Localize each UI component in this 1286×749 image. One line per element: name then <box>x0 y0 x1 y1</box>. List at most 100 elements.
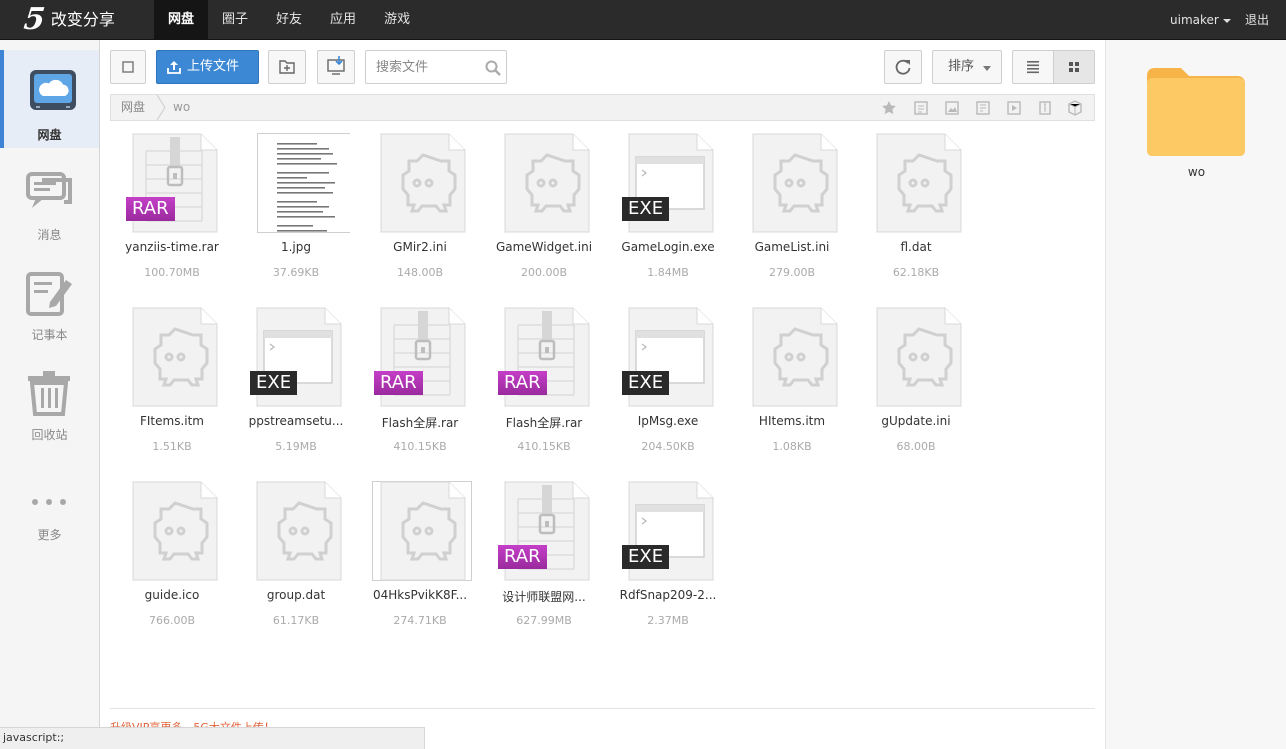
file-item[interactable]: EXE ppstreamsetu... 5.19MB <box>234 307 358 477</box>
generic-file-icon <box>752 133 838 233</box>
sort-button[interactable]: 排序 <box>932 50 1002 84</box>
file-item[interactable]: 04HksPvikK8F... 274.71KB <box>358 481 482 651</box>
file-type-badge: RAR <box>498 371 547 395</box>
file-name: RdfSnap209-2... <box>619 588 717 602</box>
upload-button[interactable]: 上传文件 <box>156 50 259 84</box>
search-box[interactable] <box>365 50 507 84</box>
logo-mark: 5 <box>22 2 47 37</box>
generic-file-icon <box>256 481 342 581</box>
file-name: FItems.itm <box>139 414 204 428</box>
main-nav: 网盘 圈子 好友 应用 游戏 <box>154 0 424 40</box>
user-menu[interactable]: uimaker <box>1170 0 1231 40</box>
file-item[interactable]: gUpdate.ini 68.00B <box>854 307 978 477</box>
nav-item-apps[interactable]: 应用 <box>316 0 370 40</box>
top-bar: 5 改变分享 网盘 圈子 好友 应用 游戏 uimaker 退出 <box>0 0 1286 40</box>
chevron-down-icon <box>1222 18 1231 23</box>
file-name: guide.ico <box>144 588 200 602</box>
sidebar-item-trash[interactable]: 回收站 <box>0 350 99 448</box>
text-filter-icon[interactable] <box>975 100 991 116</box>
refresh-icon <box>895 59 911 75</box>
image-filter-icon[interactable] <box>944 100 960 116</box>
logout-link[interactable]: 退出 <box>1245 0 1269 40</box>
video-filter-icon[interactable] <box>1006 100 1022 116</box>
file-item[interactable]: 1.jpg 37.69KB <box>234 133 358 303</box>
more-icon <box>32 499 66 505</box>
file-size: 2.37MB <box>647 614 689 627</box>
sidebar-item-messages[interactable]: 消息 <box>0 150 99 248</box>
grid-view-icon <box>1069 62 1079 72</box>
offline-download-button[interactable] <box>317 50 355 84</box>
sidebar-item-label: 消息 <box>37 228 62 242</box>
file-size: 100.70MB <box>144 266 200 279</box>
archive-filter-icon[interactable] <box>1037 100 1053 116</box>
sidebar-item-label: 回收站 <box>31 428 68 442</box>
sidebar-item-label: 记事本 <box>31 328 68 342</box>
nav-item-games[interactable]: 游戏 <box>370 0 424 40</box>
list-view-button[interactable] <box>1012 50 1054 84</box>
file-item[interactable]: GameList.ini 279.00B <box>730 133 854 303</box>
select-all-button[interactable] <box>110 50 146 84</box>
sidebar-item-netdisk[interactable]: 网盘 <box>0 50 99 148</box>
refresh-button[interactable] <box>884 50 922 84</box>
sidebar-item-more[interactable]: 更多 <box>0 450 99 548</box>
file-size: 5.19MB <box>275 440 317 453</box>
file-size: 148.00B <box>396 266 444 279</box>
file-name: group.dat <box>266 588 326 602</box>
nav-item-friends[interactable]: 好友 <box>262 0 316 40</box>
sidebar-item-label: 更多 <box>37 528 62 542</box>
file-name: gUpdate.ini <box>881 414 951 428</box>
file-item[interactable]: RAR Flash全屏.rar 410.15KB <box>482 307 606 477</box>
document-filter-icon[interactable] <box>913 100 929 116</box>
file-name: 04HksPvikK8F... <box>372 588 468 602</box>
file-item[interactable]: guide.ico 766.00B <box>110 481 234 651</box>
file-size: 410.15KB <box>517 440 571 453</box>
divider <box>110 708 1095 709</box>
sidebar-item-notepad[interactable]: 记事本 <box>0 250 99 348</box>
sort-button-label: 排序 <box>948 59 975 74</box>
file-item[interactable]: RAR 设计师联盟网... 627.99MB <box>482 481 606 651</box>
breadcrumb-root[interactable]: 网盘 <box>121 95 145 120</box>
star-icon[interactable] <box>881 100 897 116</box>
file-item[interactable]: HItems.itm 1.08KB <box>730 307 854 477</box>
file-size: 62.18KB <box>892 266 940 279</box>
file-item[interactable]: FItems.itm 1.51KB <box>110 307 234 477</box>
nav-item-netdisk[interactable]: 网盘 <box>154 0 209 40</box>
generic-file-icon <box>380 133 466 233</box>
breadcrumb-current: wo <box>173 100 191 114</box>
new-folder-button[interactable] <box>268 50 306 84</box>
sidebar-item-label: 网盘 <box>37 128 62 142</box>
file-name: IpMsg.exe <box>637 414 699 428</box>
search-input[interactable] <box>367 52 477 82</box>
file-item[interactable]: GameWidget.ini 200.00B <box>482 133 606 303</box>
file-size: 279.00B <box>768 266 816 279</box>
file-item[interactable]: GMir2.ini 148.00B <box>358 133 482 303</box>
file-name: ppstreamsetu... <box>248 414 344 428</box>
nav-item-circles[interactable]: 圈子 <box>208 0 262 40</box>
logo[interactable]: 5 改变分享 <box>22 2 115 37</box>
file-item[interactable]: EXE RdfSnap209-2... 2.37MB <box>606 481 730 651</box>
upload-icon <box>167 61 181 74</box>
search-icon[interactable] <box>484 59 502 77</box>
file-name: Flash全屏.rar <box>381 416 459 430</box>
file-item[interactable]: EXE IpMsg.exe 204.50KB <box>606 307 730 477</box>
monitor-download-icon <box>327 56 345 75</box>
file-type-badge: EXE <box>250 371 298 395</box>
file-item[interactable]: fl.dat 62.18KB <box>854 133 978 303</box>
sidebar: 网盘 消息 记事本 回收站 更多 <box>0 40 100 749</box>
file-item[interactable]: EXE GameLogin.exe 1.84MB <box>606 133 730 303</box>
trash-icon <box>28 371 70 416</box>
file-type-badge: RAR <box>498 545 547 569</box>
file-type-badge: EXE <box>622 197 670 221</box>
grid-view-button[interactable] <box>1053 50 1095 84</box>
file-item[interactable]: RAR yanziis-time.rar 100.70MB <box>110 133 234 303</box>
file-size: 200.00B <box>520 266 568 279</box>
selected-folder-name: wo <box>1187 165 1206 179</box>
package-filter-icon[interactable] <box>1067 100 1083 116</box>
folder-icon[interactable] <box>1145 66 1247 158</box>
file-item[interactable]: RAR Flash全屏.rar 410.15KB <box>358 307 482 477</box>
file-item[interactable]: group.dat 61.17KB <box>234 481 358 651</box>
file-size: 1.08KB <box>772 440 812 453</box>
checkbox-icon <box>122 61 134 73</box>
upload-button-label: 上传文件 <box>187 59 240 74</box>
file-name: 1.jpg <box>280 240 312 254</box>
